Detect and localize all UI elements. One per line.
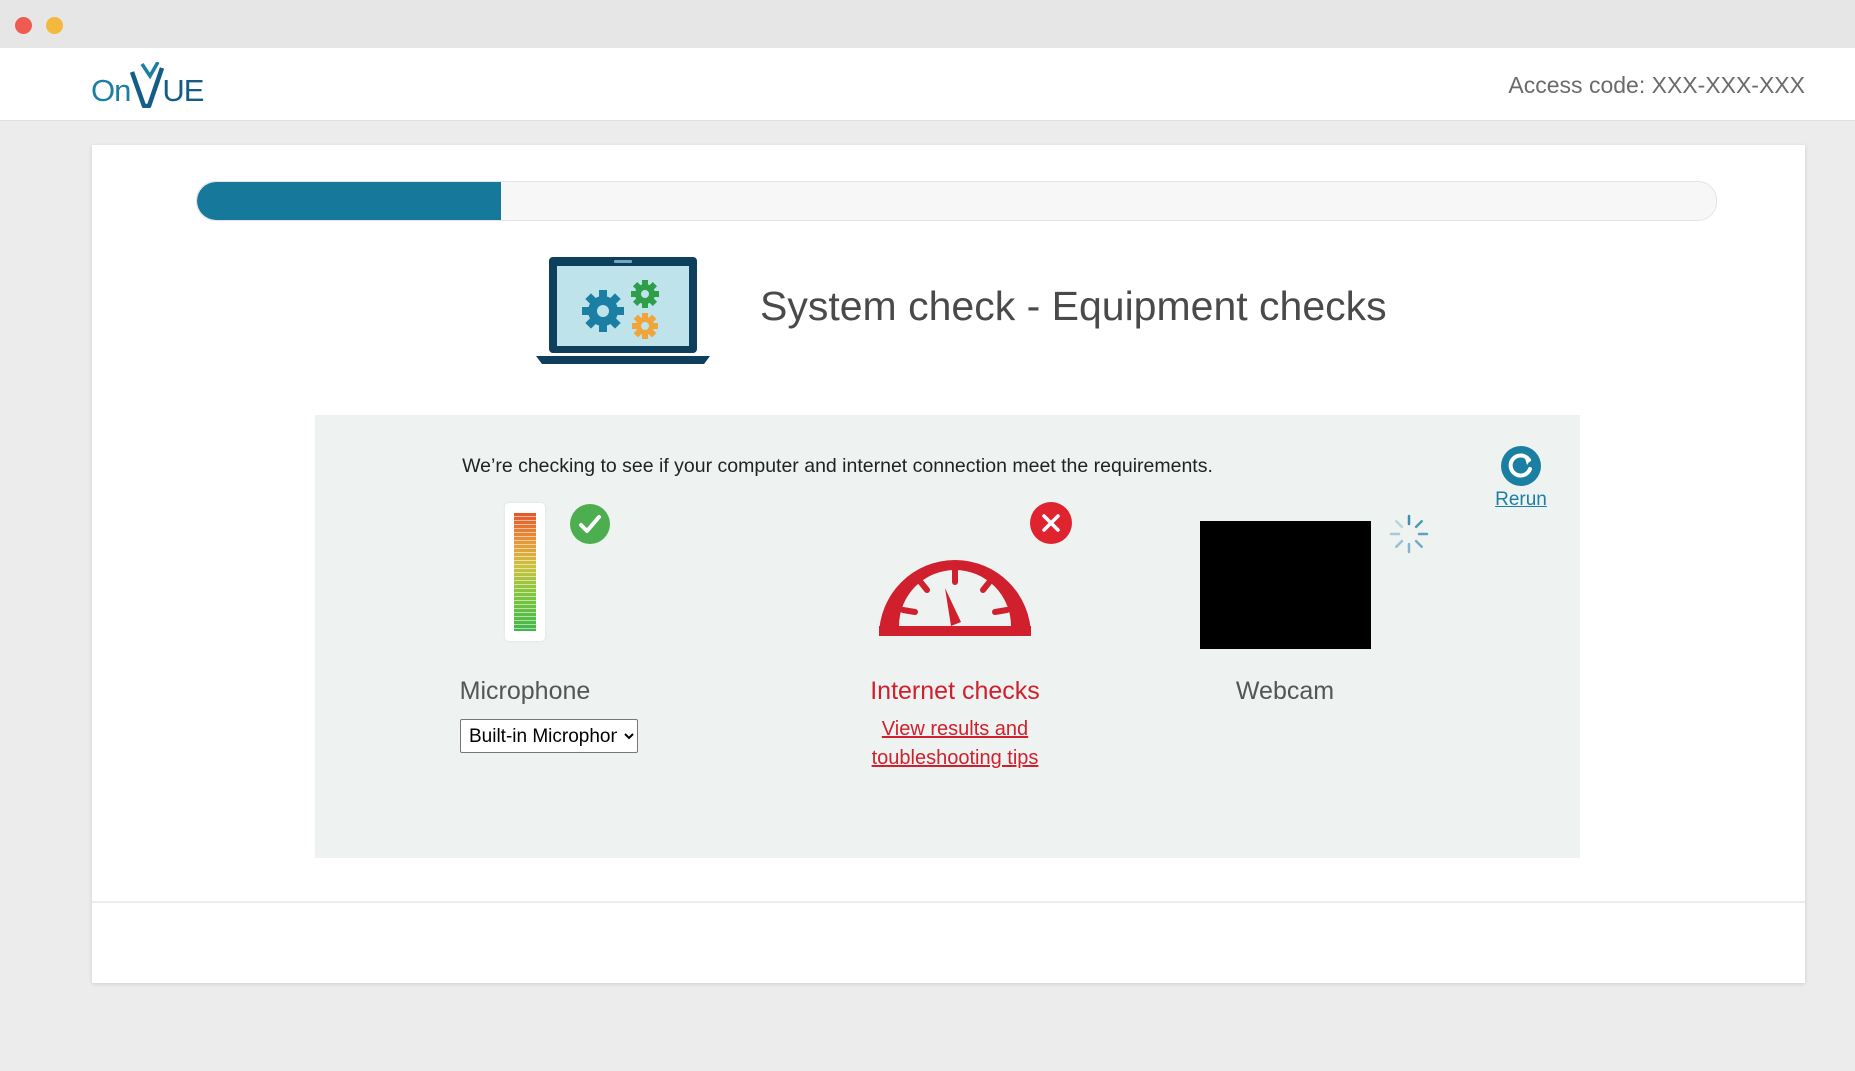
microphone-select[interactable]: Built-in Microphone (460, 719, 638, 753)
webcam-label: Webcam (1235, 677, 1335, 705)
window-minimize-button[interactable] (46, 17, 63, 34)
onvue-logo: On UE (91, 58, 204, 114)
microphone-level-meter (505, 503, 545, 641)
speedometer-icon (879, 560, 1031, 636)
internet-label: Internet checks (870, 677, 1040, 705)
loading-spinner-icon (1389, 514, 1429, 554)
laptop-gears-icon (536, 257, 710, 364)
check-message: We’re checking to see if your computer a… (462, 455, 1213, 477)
card-footer (92, 901, 1805, 985)
app-header: On UE Access code: XXX-XXX-XXX (0, 48, 1855, 121)
logo-v-mark-icon (130, 62, 165, 108)
view-results-link[interactable]: View results and toubleshooting tips (855, 715, 1055, 773)
view-results-link-line1: View results and (881, 718, 1029, 740)
logo-text-ue: UE (162, 73, 204, 108)
rerun-icon (1501, 446, 1541, 486)
progress-bar (196, 181, 1717, 221)
progress-bar-fill (197, 182, 501, 220)
access-code: Access code: XXX-XXX-XXX (1508, 72, 1805, 98)
error-x-icon (1030, 502, 1072, 544)
microphone-level-bar (514, 513, 536, 631)
window-titlebar (0, 0, 1855, 48)
microphone-label: Microphone (459, 677, 591, 705)
webcam-preview (1200, 521, 1371, 649)
rerun-button[interactable]: Rerun (1493, 445, 1549, 511)
rerun-label: Rerun (1495, 489, 1547, 510)
page-title: System check - Equipment checks (760, 283, 1387, 329)
check-circle-icon (570, 504, 610, 544)
system-check-card: System check - Equipment checks We’re ch… (92, 145, 1805, 983)
view-results-link-line2: toubleshooting tips (871, 747, 1039, 769)
equipment-check-panel: We’re checking to see if your computer a… (315, 415, 1580, 858)
window-close-button[interactable] (15, 17, 32, 34)
logo-text-on: On (91, 73, 131, 108)
